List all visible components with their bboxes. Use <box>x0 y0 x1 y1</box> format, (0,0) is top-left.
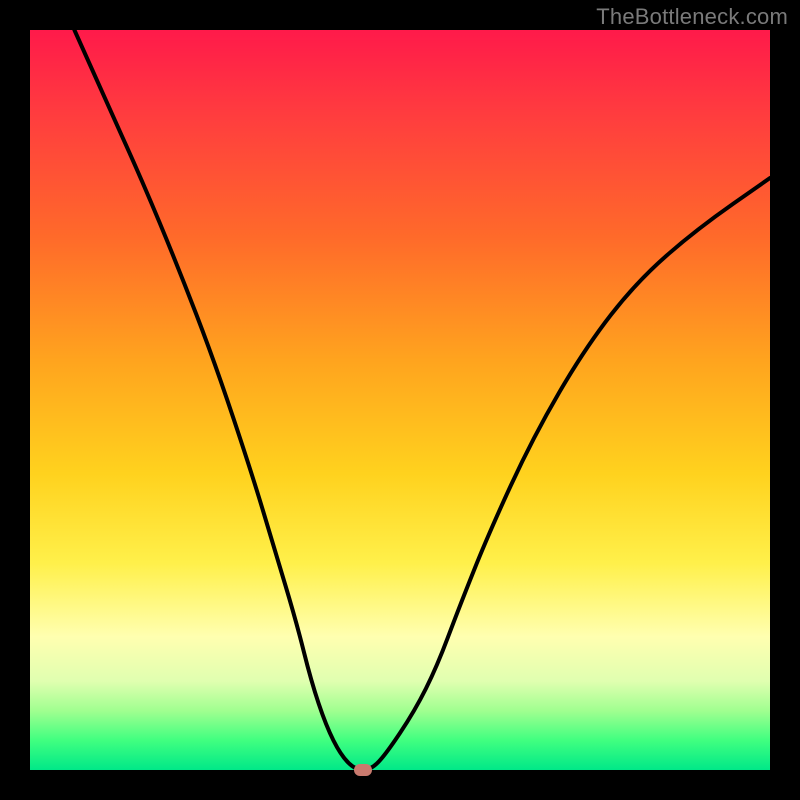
watermark-text: TheBottleneck.com <box>596 4 788 30</box>
optimal-point-marker <box>354 764 372 776</box>
curve-svg <box>30 30 770 770</box>
plot-area <box>30 30 770 770</box>
chart-frame: TheBottleneck.com <box>0 0 800 800</box>
bottleneck-curve <box>74 30 770 770</box>
